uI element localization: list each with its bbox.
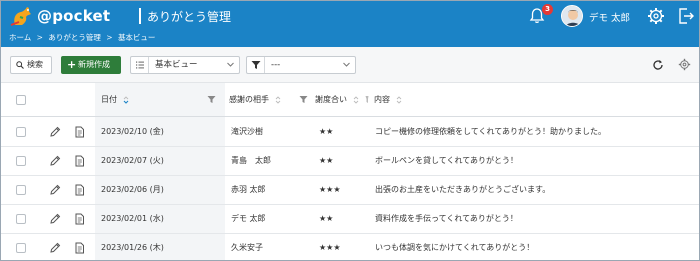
column-header-date[interactable]: 日付 xyxy=(101,83,129,117)
search-icon xyxy=(16,61,24,69)
sort-icon[interactable] xyxy=(396,95,402,105)
view-select[interactable]: 基本ビュー xyxy=(130,56,240,74)
refresh-icon[interactable] xyxy=(652,59,664,71)
filter-funnel-icon[interactable] xyxy=(207,95,216,104)
table-row[interactable]: 2023/02/07 (火) 青島 太郎 ★★ ボールペンを貸してくれてありがと… xyxy=(1,147,699,176)
detail-document-icon[interactable] xyxy=(74,213,85,225)
row-checkbox[interactable] xyxy=(16,214,26,224)
avatar[interactable] xyxy=(561,5,583,27)
partner-cell: デモ 太郎 xyxy=(231,214,266,223)
table-settings-gear-icon[interactable] xyxy=(678,58,691,71)
detail-document-icon[interactable] xyxy=(74,184,85,196)
column-header-level-label: 謝度合い xyxy=(315,95,347,104)
breadcrumb-thanks-management[interactable]: ありがとう管理 xyxy=(48,33,101,42)
content-cell: コピー機修の修理依頼をしてくれてありがとう！助かりました。 xyxy=(375,127,607,136)
breadcrumb-separator: > xyxy=(36,33,43,42)
table-row[interactable]: 2023/02/10 (金) 滝沢沙樹 ★★ コピー機修の修理依頼をしてくれてあ… xyxy=(1,118,699,147)
sort-icon[interactable] xyxy=(275,95,281,105)
view-select-value: 基本ビュー xyxy=(155,60,198,70)
chevron-down-icon xyxy=(343,62,350,67)
column-header-date-label: 日付 xyxy=(101,95,117,104)
detail-document-icon[interactable] xyxy=(74,126,85,138)
partner-cell: 赤羽 太郎 xyxy=(231,185,266,194)
list-icon xyxy=(131,57,149,73)
sort-icon[interactable] xyxy=(353,95,359,105)
partner-cell: 久米安子 xyxy=(231,243,263,252)
edit-pencil-icon[interactable] xyxy=(49,242,61,254)
breadcrumb-current-view: 基本ビュー xyxy=(117,33,156,42)
breadcrumb-separator: > xyxy=(106,33,113,42)
date-cell: 2023/02/01 (水) xyxy=(101,214,164,223)
kangaroo-logo-icon[interactable] xyxy=(9,5,35,27)
date-cell: 2023/02/10 (金) xyxy=(101,127,164,136)
level-cell: ★★★ xyxy=(319,185,341,194)
detail-document-icon[interactable] xyxy=(74,242,85,254)
level-cell: ★★ xyxy=(319,214,334,223)
row-checkbox[interactable] xyxy=(16,127,26,137)
detail-document-icon[interactable] xyxy=(74,155,85,167)
header-divider xyxy=(139,8,141,24)
table-header: 日付 感謝の相手 謝度合い 内容 xyxy=(1,83,699,117)
logout-icon[interactable] xyxy=(678,7,694,25)
select-all-checkbox[interactable] xyxy=(16,95,26,105)
level-cell: ★★ xyxy=(319,127,334,136)
column-header-partner[interactable]: 感謝の相手 xyxy=(229,83,281,117)
partner-cell: 滝沢沙樹 xyxy=(231,127,263,136)
row-checkbox[interactable] xyxy=(16,185,26,195)
content-cell: いつも体調を気にかけてくれてありがとう！ xyxy=(375,243,535,252)
level-cell: ★★★ xyxy=(319,243,341,252)
page-title: ありがとう管理 xyxy=(147,10,232,24)
app-window: @pocket ありがとう管理 3 デモ 太郎 ホーム > ありがとう管理 > … xyxy=(0,0,700,261)
column-header-level[interactable]: 謝度合い xyxy=(315,83,359,117)
filter-select-value: --- xyxy=(271,60,281,70)
row-checkbox[interactable] xyxy=(16,243,26,253)
content-cell: ボールペンを貸してくれてありがとう！ xyxy=(375,156,519,165)
date-cell: 2023/02/06 (月) xyxy=(101,185,164,194)
app-header: @pocket ありがとう管理 3 デモ 太郎 xyxy=(1,1,699,31)
table-row[interactable]: 2023/02/01 (水) デモ 太郎 ★★ 資料作成を手伝ってくれてありがと… xyxy=(1,205,699,234)
sort-desc-icon[interactable] xyxy=(123,95,129,105)
new-record-button[interactable]: + 新規作成 xyxy=(61,56,121,74)
table-row[interactable]: 2023/02/06 (月) 赤羽 太郎 ★★★ 出張のお土産をいただきありがと… xyxy=(1,176,699,205)
column-header-partner-label: 感謝の相手 xyxy=(229,95,269,104)
filter-select[interactable]: --- xyxy=(246,56,356,74)
content-cell: 資料作成を手伝ってくれてありがとう！ xyxy=(375,214,518,223)
notification-badge: 3 xyxy=(542,4,553,15)
chevron-down-icon xyxy=(227,62,234,67)
new-record-label: 新規作成 xyxy=(78,60,110,69)
user-photo-icon xyxy=(562,6,582,26)
column-header-content-label: 内容 xyxy=(374,95,390,104)
breadcrumb-home[interactable]: ホーム xyxy=(9,33,31,42)
content-cell: 出張のお土産をいただきありがとうございます。 xyxy=(375,185,551,194)
user-name[interactable]: デモ 太郎 xyxy=(589,10,630,24)
column-header-content[interactable]: 内容 xyxy=(374,83,402,117)
table-row[interactable]: 2023/01/26 (木) 久米安子 ★★★ いつも体調を気にかけてくれてあり… xyxy=(1,234,699,260)
edit-pencil-icon[interactable] xyxy=(49,184,61,196)
filter-icon xyxy=(247,57,265,73)
edit-pencil-icon[interactable] xyxy=(49,126,61,138)
date-cell: 2023/02/07 (火) xyxy=(101,156,164,165)
search-button[interactable]: 検索 xyxy=(10,56,52,74)
partner-cell: 青島 太郎 xyxy=(231,156,271,165)
toolbar: 検索 + 新規作成 基本ビュー --- xyxy=(1,47,699,83)
search-button-label: 検索 xyxy=(27,60,43,69)
filter-funnel-icon[interactable] xyxy=(299,95,308,104)
settings-gear-icon[interactable] xyxy=(647,7,665,25)
level-cell: ★★ xyxy=(319,156,334,165)
edit-pencil-icon[interactable] xyxy=(49,155,61,167)
logo-text[interactable]: @pocket xyxy=(37,7,110,25)
column-resize-icon[interactable] xyxy=(365,95,369,104)
date-cell: 2023/01/26 (木) xyxy=(101,243,164,252)
edit-pencil-icon[interactable] xyxy=(49,213,61,225)
breadcrumb: ホーム > ありがとう管理 > 基本ビュー xyxy=(1,31,699,47)
row-checkbox[interactable] xyxy=(16,156,26,166)
plus-icon: + xyxy=(67,58,77,71)
